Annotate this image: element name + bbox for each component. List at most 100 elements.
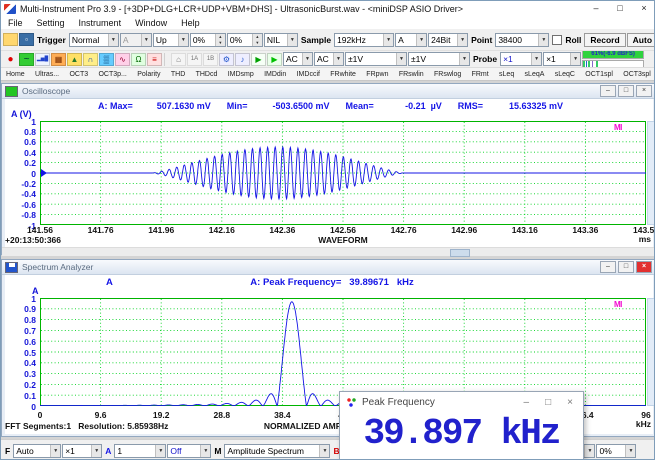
ref-a-icon[interactable]: 1A	[187, 53, 202, 66]
sample-channel-select[interactable]: A▼	[395, 33, 427, 47]
popup-maximize-button[interactable]: □	[545, 397, 551, 408]
tab-frswlog[interactable]: FRswlog	[433, 71, 462, 78]
x-scale-select[interactable]: ×1▼	[62, 444, 102, 458]
menu-help[interactable]: Help	[174, 18, 207, 28]
minimize-button[interactable]: –	[584, 1, 608, 16]
tab-ultras[interactable]: Ultras...	[34, 71, 60, 78]
trigger-reject-select[interactable]: NIL▼	[264, 33, 298, 47]
oscilloscope-icon[interactable]: ~	[19, 53, 34, 66]
spectrum-3d-icon[interactable]: ▲	[67, 53, 82, 66]
spectrogram-icon[interactable]: ▒	[99, 53, 114, 66]
waveform-plot[interactable]	[40, 121, 646, 225]
range-b-select[interactable]: ±1V▼	[408, 52, 470, 66]
sample-rate-select[interactable]: 192kHz▼	[334, 33, 394, 47]
measure-mode-select[interactable]: Amplitude Spectrum▼	[224, 444, 330, 458]
freq-display-select[interactable]: Auto▼	[13, 444, 61, 458]
popup-close-button[interactable]: ×	[567, 397, 573, 408]
tab-thdcd[interactable]: THDcd	[195, 71, 219, 78]
probe-a-select[interactable]: ×1▼	[500, 52, 542, 66]
tab-oct3p[interactable]: OCT3p...	[97, 71, 127, 78]
settings-wrench-icon[interactable]: ⚙	[219, 53, 234, 66]
trigger-mode-select[interactable]: Normal▼	[69, 33, 119, 47]
trigger-level-spinner[interactable]: 0%▲▼	[190, 33, 226, 47]
tab-sleqc[interactable]: sLeqC	[554, 71, 576, 78]
x-tick: 19.2	[153, 410, 170, 420]
osc-horizontal-scrollbar[interactable]	[2, 247, 655, 256]
sound-output-icon[interactable]: ♪	[235, 53, 250, 66]
y-tick: 1	[2, 117, 36, 127]
menu-file[interactable]: File	[1, 18, 30, 28]
maximize-button[interactable]: □	[608, 1, 632, 16]
x-tick: 142.96	[451, 225, 477, 235]
ref-b-icon[interactable]: 1B	[203, 53, 218, 66]
spectrum-plot[interactable]	[40, 298, 646, 406]
tab-sleqa[interactable]: sLeqA	[524, 71, 546, 78]
peak-frequency-popup[interactable]: Peak Frequency – □ × 39.897 kHz	[339, 391, 584, 460]
y-tick: 0	[2, 169, 36, 179]
a-channel-select[interactable]: 1▼	[114, 444, 166, 458]
tab-sleq[interactable]: sLeq	[498, 71, 515, 78]
tab-frswlin[interactable]: FRswlin	[398, 71, 425, 78]
tab-oct3spl[interactable]: OCT3spl	[622, 71, 652, 78]
device-test-plan-icon[interactable]: ≡	[147, 53, 162, 66]
home-view-icon[interactable]: ⌂	[171, 53, 186, 66]
range-a-select[interactable]: ±1V▼	[345, 52, 407, 66]
record-points-select[interactable]: 38400▼	[495, 33, 549, 47]
bit-depth-select[interactable]: 24Bit▼	[428, 33, 468, 47]
lcr-meter-icon[interactable]: Ω	[131, 53, 146, 66]
open-file-icon[interactable]	[3, 33, 18, 46]
osc-close-button[interactable]: ×	[636, 85, 652, 97]
multimeter-icon[interactable]: ▦	[51, 53, 66, 66]
trigger-source-select[interactable]: A▼	[120, 33, 152, 47]
osc-restore-button[interactable]: □	[618, 85, 634, 97]
spectrum-title-bar[interactable]: Spectrum Analyzer – □ ×	[2, 260, 655, 275]
point-label: Point	[469, 35, 494, 45]
trigger-edge-select[interactable]: Up▼	[153, 33, 189, 47]
osc-scrollbar-thumb[interactable]	[450, 249, 470, 257]
popup-title-bar[interactable]: Peak Frequency – □ ×	[340, 392, 583, 413]
record-button[interactable]: Record	[584, 33, 625, 47]
spectrum-analyzer-icon[interactable]: ▂▅█	[35, 53, 50, 66]
y-tick: 0.8	[2, 127, 36, 137]
tab-imddin[interactable]: IMDdin	[263, 71, 287, 78]
menu-window[interactable]: Window	[128, 18, 174, 28]
auto-button[interactable]: Auto	[627, 33, 655, 47]
probe-b-select[interactable]: ×1▼	[543, 52, 581, 66]
window-title: Multi-Instrument Pro 3.9 - [+3DP+DLG+LCR…	[20, 4, 463, 14]
popup-minimize-button[interactable]: –	[524, 397, 530, 408]
tab-frpwn[interactable]: FRpwn	[365, 71, 389, 78]
tab-imdccif[interactable]: IMDccif	[296, 71, 321, 78]
spec-close-button[interactable]: ×	[636, 261, 652, 273]
close-button[interactable]: ×	[632, 1, 655, 16]
trigger-delay-spinner[interactable]: 0%▲▼	[227, 33, 263, 47]
run-record-icon[interactable]: ●	[3, 53, 18, 66]
a-mode-select[interactable]: Off▼	[167, 444, 211, 458]
spec-vertical-scrollbar[interactable]	[647, 298, 655, 406]
data-logger-icon[interactable]: ∩	[83, 53, 98, 66]
tab-polarity[interactable]: Polarity	[136, 71, 161, 78]
tab-oct1spl[interactable]: OCT1spl	[584, 71, 614, 78]
osc-minimize-button[interactable]: –	[600, 85, 616, 97]
save-icon[interactable]: ▫	[19, 33, 34, 46]
oscilloscope-title-bar[interactable]: Oscilloscope – □ ×	[2, 84, 655, 99]
overlap-select[interactable]: 0%▼	[596, 444, 636, 458]
input-level-meter: 61%(-6.9 dBFS)	[582, 51, 644, 59]
tab-home[interactable]: Home	[5, 71, 26, 78]
menu-instrument[interactable]: Instrument	[72, 18, 129, 28]
tab-oct3[interactable]: OCT3	[68, 71, 89, 78]
spec-minimize-button[interactable]: –	[600, 261, 616, 273]
roll-checkbox[interactable]: Roll	[550, 35, 583, 45]
osc-vertical-scrollbar[interactable]	[647, 121, 655, 225]
play-icon[interactable]: ▶	[251, 53, 266, 66]
coupling-a-select[interactable]: AC▼	[283, 52, 313, 66]
tab-frmt[interactable]: FRmt	[471, 71, 490, 78]
signal-generator-icon[interactable]: ∿	[115, 53, 130, 66]
coupling-b-select[interactable]: AC▼	[314, 52, 344, 66]
menu-setting[interactable]: Setting	[30, 18, 72, 28]
play-loop-icon[interactable]: ▶	[267, 53, 282, 66]
tab-imdsmp[interactable]: IMDsmp	[227, 71, 255, 78]
spec-restore-button[interactable]: □	[618, 261, 634, 273]
tab-thd[interactable]: THD	[170, 71, 186, 78]
f-label: F	[3, 446, 12, 456]
tab-frwhite[interactable]: FRwhite	[329, 71, 357, 78]
